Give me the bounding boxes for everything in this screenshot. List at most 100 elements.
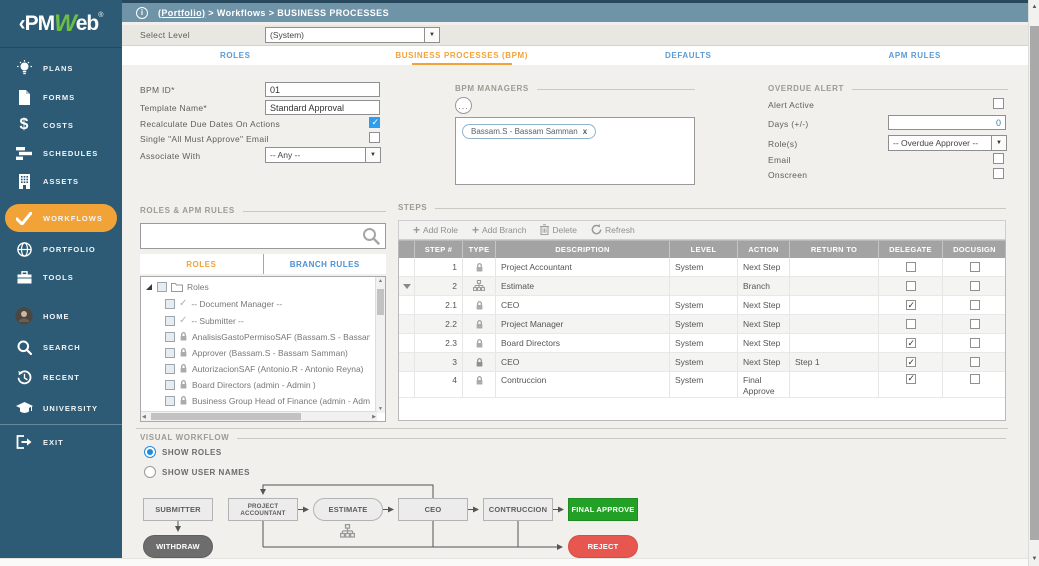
tree-horizontal-scrollbar[interactable]: ◀ ▶ [141,411,377,421]
scroll-down-icon[interactable]: ▼ [378,406,383,412]
tree-checkbox[interactable] [165,379,175,390]
select-level-dropdown[interactable]: (System) ▼ [265,27,440,43]
sidebar-item-exit[interactable]: EXIT [0,428,122,456]
table-row[interactable]: 2.3 Board Directors System Next Step [399,334,1005,353]
tree-checkbox[interactable] [165,298,175,309]
overdue-email-checkbox[interactable] [993,153,1004,164]
tree-item[interactable]: Approver (Bassam.S - Bassam Samman) [165,347,370,358]
tree-item[interactable]: Business Group Head of Finance (admin - … [165,395,370,406]
recalc-checkbox[interactable] [369,117,380,128]
panel-tab-roles[interactable]: ROLES [140,254,263,274]
overdue-onscreen-checkbox[interactable] [993,168,1004,179]
sidebar-item-workflows[interactable]: WORKFLOWS [5,204,117,232]
node-project-accountant[interactable]: PROJECT ACCOUNTANT [228,498,298,521]
show-roles-radio[interactable] [144,446,156,458]
search-icon[interactable] [362,227,380,245]
table-row[interactable]: 4 Contruccion System Final Approve [399,372,1005,399]
alert-active-checkbox[interactable] [993,98,1004,109]
scroll-right-icon[interactable]: ▶ [372,414,376,420]
delegate-checkbox[interactable] [905,357,916,368]
sidebar-item-assets[interactable]: ASSETS [0,167,122,195]
docusign-checkbox[interactable] [969,319,980,329]
breadcrumb-portfolio-link[interactable]: (Portfolio) [158,8,205,18]
node-ceo[interactable]: CEO [398,498,468,521]
table-row[interactable]: 2.2 Project Manager System Next Step [399,315,1005,334]
tab-apm-rules[interactable]: APM RULES [802,46,1029,65]
node-withdraw[interactable]: WITHDRAW [143,535,213,558]
remove-tag-icon[interactable]: x [583,127,587,136]
tree-item[interactable]: Board Directors (admin - Admin ) [165,379,370,390]
node-contruccion[interactable]: CONTRUCCION [483,498,553,521]
tree-expand-icon[interactable] [146,284,152,290]
row-expander[interactable] [399,277,415,295]
tree-item[interactable]: ✓ -- Submitter -- [165,315,244,326]
scrollbar-thumb[interactable] [151,413,301,420]
delegate-checkbox[interactable] [905,281,916,291]
delegate-checkbox[interactable] [905,373,916,384]
tree-item[interactable]: ✓ -- Document Manager -- [165,298,282,309]
horizontal-scrollbar[interactable] [0,558,1028,566]
template-name-field[interactable] [265,100,380,115]
add-branch-button[interactable]: + Add Branch [472,223,526,237]
table-row[interactable]: 2 Estimate Branch [399,277,1005,296]
scrollbar-thumb[interactable] [377,289,384,315]
docusign-checkbox[interactable] [969,300,980,310]
tree-checkbox[interactable] [165,315,175,326]
scroll-down-icon[interactable]: ▼ [1029,556,1039,562]
add-role-button[interactable]: + Add Role [413,223,458,237]
pmweb-logo[interactable]: ‹PM Web ® [0,0,122,48]
tree-checkbox[interactable] [157,282,167,292]
delegate-checkbox[interactable] [905,319,916,329]
vertical-scrollbar[interactable]: ▲ ▼ [1028,0,1039,566]
sidebar-item-university[interactable]: UNIVERSITY [0,394,122,422]
tree-item[interactable]: AnalisisGastoPermisoSAF (Bassam.S - Bass… [165,331,370,342]
delegate-checkbox[interactable] [905,300,916,311]
tab-business-processes[interactable]: BUSINESS PROCESSES (BPM) [349,46,576,65]
sidebar-item-recent[interactable]: RECENT [0,363,122,391]
tree-checkbox[interactable] [165,347,175,358]
overdue-roles-dropdown[interactable]: -- Overdue Approver -- ▼ [888,135,1007,151]
sidebar-item-schedules[interactable]: SCHEDULES [0,139,122,167]
bpm-managers-picker-button[interactable]: ... [455,97,472,114]
sidebar-item-forms[interactable]: FORMS [0,83,122,111]
docusign-checkbox[interactable] [969,373,980,384]
scroll-left-icon[interactable]: ◀ [142,414,146,420]
associate-with-dropdown[interactable]: -- Any -- ▼ [265,147,381,163]
delegate-checkbox[interactable] [905,338,916,349]
node-submitter[interactable]: SUBMITTER [143,498,213,521]
tab-defaults[interactable]: DEFAULTS [575,46,802,65]
tree-item[interactable]: AutorizacionSAF (Antonio.R - Antonio Rey… [165,363,370,374]
docusign-checkbox[interactable] [969,357,980,367]
show-roles-option[interactable]: SHOW ROLES [144,446,222,458]
scroll-up-icon[interactable]: ▲ [378,278,383,284]
docusign-checkbox[interactable] [969,338,980,348]
delete-button[interactable]: Delete [540,223,577,237]
tree-checkbox[interactable] [165,395,175,406]
table-row[interactable]: 3 CEO System Next Step Step 1 [399,353,1005,372]
refresh-button[interactable]: Refresh [591,223,635,237]
sidebar-item-home[interactable]: HOME [0,302,122,330]
tree-checkbox[interactable] [165,331,175,342]
node-estimate[interactable]: ESTIMATE [313,498,383,521]
node-reject[interactable]: REJECT [568,535,638,558]
table-row[interactable]: 2.1 CEO System Next Step [399,296,1005,315]
sidebar-item-tools[interactable]: TOOLS [0,263,122,291]
panel-tab-branch-rules[interactable]: BRANCH RULES [262,254,387,274]
sidebar-item-portfolio[interactable]: PORTFOLIO [0,235,122,263]
tree-vertical-scrollbar[interactable]: ▲ ▼ [375,277,385,413]
scrollbar-thumb[interactable] [1030,26,1039,540]
scroll-up-icon[interactable]: ▲ [1029,4,1039,10]
bpm-id-field[interactable] [265,82,380,97]
tree-root-roles[interactable]: Roles [146,282,209,292]
sidebar-item-plans[interactable]: PLANS [0,54,122,82]
days-field[interactable] [888,115,1006,130]
table-row[interactable]: 1 Project Accountant System Next Step [399,258,1005,277]
sidebar-item-search[interactable]: SEARCH [0,333,122,361]
sidebar-item-costs[interactable]: $ COSTS [0,111,122,139]
single-email-checkbox[interactable] [369,132,380,143]
info-icon[interactable]: i [136,6,148,19]
tab-roles[interactable]: ROLES [122,46,349,65]
docusign-checkbox[interactable] [969,262,980,272]
docusign-checkbox[interactable] [969,281,980,291]
roles-search-input[interactable] [141,224,362,248]
